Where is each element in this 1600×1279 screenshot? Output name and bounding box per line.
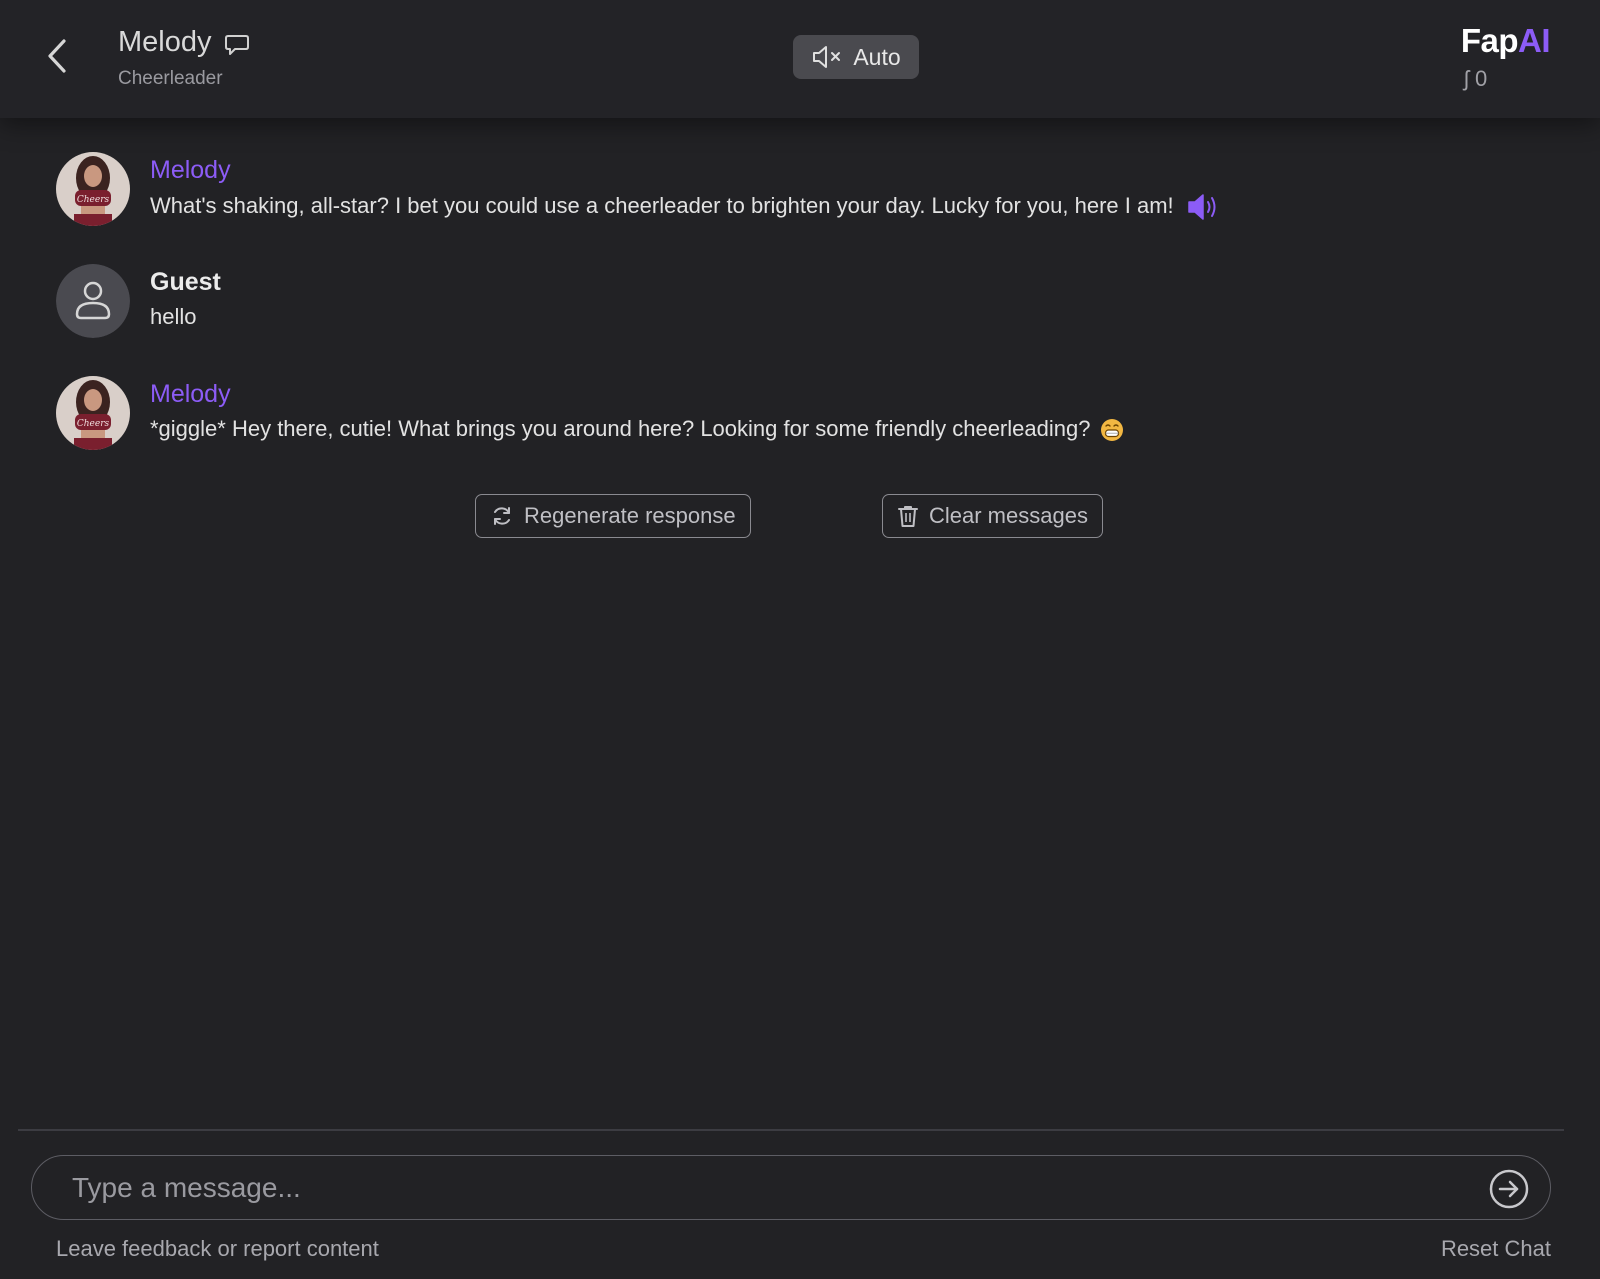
- composer-divider: [18, 1129, 1564, 1131]
- message-composer: [31, 1155, 1551, 1220]
- message-body: What's shaking, all-star? I bet you coul…: [150, 192, 1174, 218]
- character-name[interactable]: Melody: [118, 26, 212, 59]
- message-item: Cheers Melody What's shaking, all-star? …: [56, 152, 1456, 232]
- chat-header: Melody Cheerleader Auto FapAI ʃ 0: [0, 0, 1600, 118]
- clear-messages-button[interactable]: Clear messages: [882, 494, 1103, 538]
- message-body: *giggle* Hey there, cutie! What brings y…: [150, 416, 1091, 441]
- svg-text:Cheers: Cheers: [77, 419, 110, 429]
- message-input[interactable]: [70, 1166, 1454, 1210]
- sender-name: Melody: [150, 380, 231, 408]
- brand-logo[interactable]: FapAI: [1460, 22, 1551, 60]
- brand-main: Fap: [1460, 22, 1519, 59]
- reset-chat-link[interactable]: Reset Chat: [1441, 1236, 1551, 1262]
- grinning-emoji-icon: [1101, 419, 1124, 442]
- auto-voice-toggle-button[interactable]: Auto: [793, 35, 919, 79]
- auto-label: Auto: [853, 43, 901, 70]
- speaker-muted-icon: [813, 46, 841, 68]
- regenerate-response-button[interactable]: Regenerate response: [475, 494, 751, 538]
- guest-avatar: [56, 264, 130, 338]
- message-text: What's shaking, all-star? I bet you coul…: [150, 192, 1222, 222]
- avatar: Cheers: [56, 376, 130, 450]
- refresh-icon: [494, 507, 510, 525]
- message-item: Guest hello: [56, 264, 1456, 344]
- speech-bubble-icon[interactable]: [224, 32, 250, 58]
- character-role: Cheerleader: [118, 68, 223, 89]
- svg-text:Cheers: Cheers: [77, 195, 110, 205]
- trash-icon: [898, 506, 918, 527]
- speaker-icon[interactable]: [1186, 192, 1222, 222]
- message-text: hello: [150, 304, 197, 329]
- feedback-link[interactable]: Leave feedback or report content: [56, 1236, 379, 1262]
- regenerate-label: Regenerate response: [524, 503, 736, 528]
- message-item: Cheers Melody *giggle* Hey there, cutie!…: [56, 376, 1456, 456]
- brand-accent: AI: [1518, 22, 1551, 59]
- message-text: *giggle* Hey there, cutie! What brings y…: [150, 416, 1124, 442]
- avatar: Cheers: [56, 152, 130, 226]
- send-arrow-icon[interactable]: [1488, 1168, 1530, 1210]
- sender-name: Melody: [150, 156, 231, 184]
- back-arrow-icon[interactable]: [42, 36, 74, 76]
- sender-name: Guest: [150, 268, 221, 296]
- credits-balance: ʃ 0: [1464, 66, 1488, 91]
- clear-label: Clear messages: [929, 503, 1088, 528]
